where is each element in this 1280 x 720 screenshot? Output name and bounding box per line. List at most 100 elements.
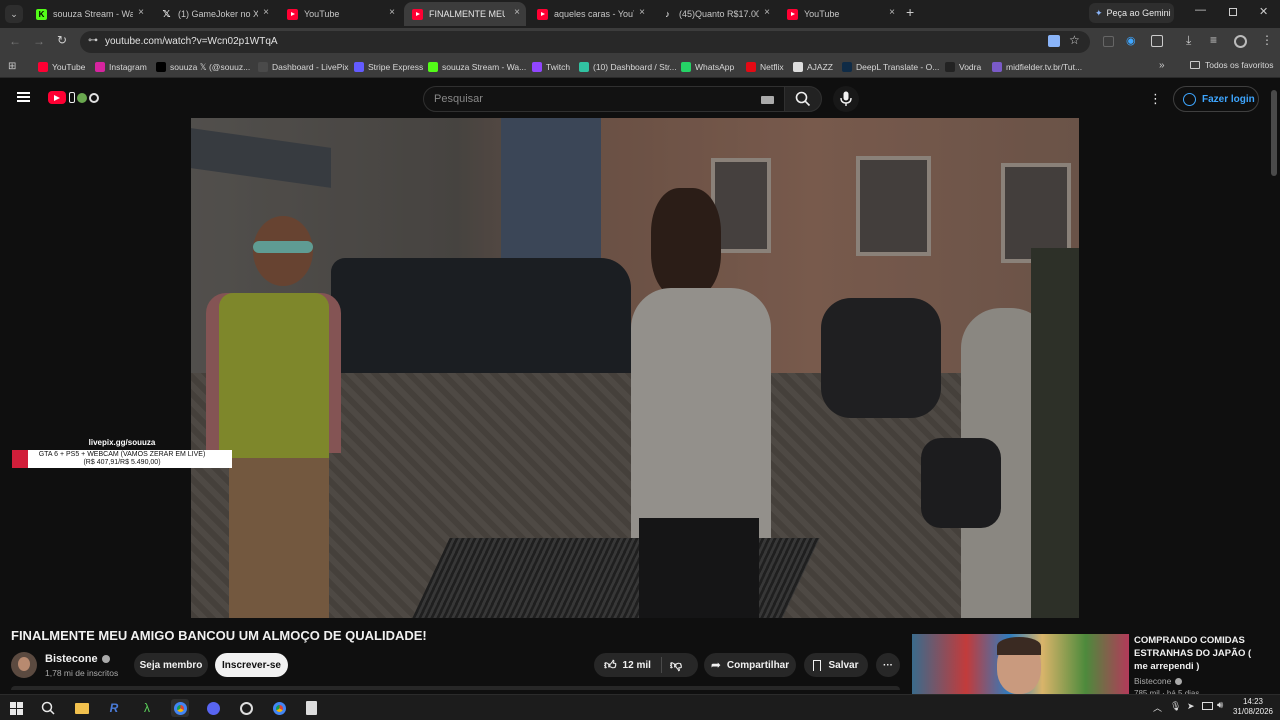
recommended-video-card[interactable]: COMPRANDO COMIDAS ESTRANHAS DO JAPÃO ( m… (912, 634, 1262, 694)
taskbar-search-icon[interactable] (39, 699, 57, 717)
browser-tab-strip: ⌄ K souuza Stream - Wat × 𝕏 (1) GameJoke… (0, 0, 1280, 28)
bookmark-item[interactable]: (10) Dashboard / Str... (579, 60, 677, 74)
close-icon[interactable]: × (389, 7, 395, 18)
back-icon[interactable]: ← (9, 34, 21, 48)
bookmark-item[interactable]: Instagram (95, 60, 147, 74)
forward-icon[interactable]: → (33, 34, 45, 48)
tab-youtube-1[interactable]: YouTube × (279, 2, 401, 26)
youtube-icon (412, 8, 423, 20)
bookmark-item[interactable]: DeepL Translate - O... (842, 60, 939, 74)
extension-icon[interactable] (1103, 36, 1114, 47)
site-info-icon[interactable]: ⊶ (88, 35, 98, 46)
clock[interactable]: 14:23 31/08/2026 (1230, 697, 1276, 717)
bookmark-item[interactable]: Twitch (532, 60, 570, 74)
new-tab-button[interactable]: + (906, 4, 914, 20)
search-input[interactable]: Pesquisar (423, 86, 785, 112)
save-button[interactable]: Salvar (804, 653, 868, 677)
channel-avatar[interactable] (11, 652, 37, 678)
youtube-play-icon (48, 91, 66, 104)
search-button[interactable] (784, 86, 822, 112)
bookmark-item[interactable]: Dashboard - LivePix (258, 60, 349, 74)
windows-start-icon[interactable] (7, 699, 25, 717)
share-button[interactable]: ➦ Compartilhar (704, 653, 796, 677)
download-icon[interactable]: ⤓ (1186, 33, 1191, 48)
youtube-logo[interactable] (48, 91, 109, 104)
reading-list-icon[interactable]: ≡ (1210, 33, 1217, 47)
profile-icon[interactable] (1234, 35, 1247, 48)
voice-search-button[interactable] (833, 86, 859, 112)
volume-tray-icon[interactable]: 🔊︎ (1217, 700, 1223, 711)
youtube-icon (787, 8, 798, 20)
login-button[interactable]: Fazer login (1173, 86, 1259, 112)
app-lambda-icon[interactable]: λ (138, 699, 156, 717)
bookmark-item[interactable]: midfielder.tv.br/Tut... (992, 60, 1082, 74)
channel-name-row[interactable]: Bistecone (45, 653, 110, 665)
restore-button[interactable] (1229, 8, 1237, 16)
bookmark-item[interactable]: WhatsApp (681, 60, 734, 74)
close-icon[interactable]: × (138, 7, 144, 18)
tab-souuza-stream[interactable]: K souuza Stream - Wat × (28, 2, 150, 26)
subscribe-button[interactable]: Inscrever-se (215, 653, 288, 677)
tab-youtube-2[interactable]: YouTube × (779, 2, 901, 26)
app-r-icon[interactable]: R (105, 699, 123, 717)
minimize-button[interactable]: — (1195, 4, 1206, 16)
app-aperture-icon[interactable] (237, 699, 255, 717)
translate-icon[interactable] (1048, 35, 1060, 47)
calculator-icon[interactable] (302, 699, 320, 717)
livepix-site-label: livepix.gg/souuza (88, 438, 156, 447)
bookmark-item[interactable]: souuza 𝕏 (@souuz... (156, 60, 250, 74)
gemini-button[interactable]: ✦ Peça ao Gemini (1089, 3, 1174, 23)
tab-aqueles-caras[interactable]: aqueles caras - YouTu × (529, 2, 651, 26)
tray-chevron-icon[interactable]: ︿ (1153, 701, 1162, 714)
bookmark-star-icon[interactable]: ☆ (1069, 33, 1080, 47)
page-scrollbar[interactable] (1271, 90, 1277, 176)
bookmark-item[interactable]: Stripe Express (354, 60, 423, 74)
tab-search-button[interactable]: ⌄ (5, 5, 23, 23)
address-bar[interactable]: ⊶ youtube.com/watch?v=Wcn02p1WTqA ☆ (80, 31, 1090, 53)
puzzle-icon[interactable] (1151, 35, 1163, 47)
hamburger-menu-icon[interactable] (17, 92, 30, 102)
kebab-menu-icon[interactable]: ⋮ (1261, 33, 1273, 47)
close-icon[interactable]: × (889, 7, 895, 18)
reload-icon[interactable]: ↻ (57, 33, 67, 47)
apps-grid-icon[interactable]: ⊞ (8, 61, 16, 72)
like-dislike-group: 👍︎ 12 mil 👎︎ (594, 653, 698, 677)
subscriber-count: 1,78 mi de inscritos (45, 668, 119, 678)
window-close-button[interactable]: ✕ (1259, 5, 1268, 18)
tab-gamejoker[interactable]: 𝕏 (1) GameJoker no X: " × (153, 2, 275, 26)
join-button[interactable]: Seja membro (134, 653, 208, 677)
bookmark-item[interactable]: souuza Stream - Wa... (428, 60, 526, 74)
keyboard-icon[interactable] (761, 96, 774, 104)
bookmark-label: DeepL Translate - O... (856, 62, 940, 72)
all-bookmarks-folder[interactable]: Todos os favoritos (1190, 60, 1274, 70)
close-icon[interactable]: × (263, 7, 269, 18)
bookmark-item[interactable]: AJAZZ (793, 60, 833, 74)
chrome-profile-icon[interactable] (270, 699, 288, 717)
bookmark-item[interactable]: YouTube (38, 60, 85, 74)
more-actions-button[interactable]: ··· (876, 653, 900, 677)
discord-chrome-icon[interactable] (204, 699, 222, 717)
bookmark-label: (10) Dashboard / Str... (593, 62, 677, 72)
like-button[interactable]: 👍︎ 12 mil (594, 653, 651, 677)
tab-finalmente-meu[interactable]: FINALMENTE MEU × (404, 2, 526, 26)
recommended-thumbnail[interactable] (912, 634, 1129, 694)
chrome-icon[interactable] (171, 699, 189, 717)
kick-icon (428, 62, 438, 72)
more-bookmarks-icon[interactable]: » (1159, 60, 1165, 71)
file-explorer-icon[interactable] (73, 699, 91, 717)
bookmark-item[interactable]: Vodra (945, 60, 981, 74)
thumbs-up-icon: 👍︎ (604, 657, 617, 672)
audio-extension-icon[interactable]: ◉ (1126, 34, 1136, 47)
video-player[interactable] (191, 118, 1079, 618)
bookmark-item[interactable]: Netflix (746, 60, 784, 74)
close-icon[interactable]: × (764, 7, 770, 18)
tab-tiktok[interactable]: ♪ (45)Quanto R$17.000 × (654, 2, 776, 26)
close-icon[interactable]: × (639, 7, 645, 18)
bookmark-label: souuza Stream - Wa... (442, 62, 527, 72)
location-tray-icon[interactable]: ➤ (1187, 701, 1195, 712)
microphone-tray-icon[interactable]: 🎙︎ (1170, 701, 1181, 712)
close-icon[interactable]: × (514, 7, 520, 18)
dislike-button[interactable]: 👎︎ (662, 653, 682, 677)
network-tray-icon[interactable] (1202, 702, 1213, 710)
settings-kebab-icon[interactable]: ⋮ (1149, 91, 1162, 107)
